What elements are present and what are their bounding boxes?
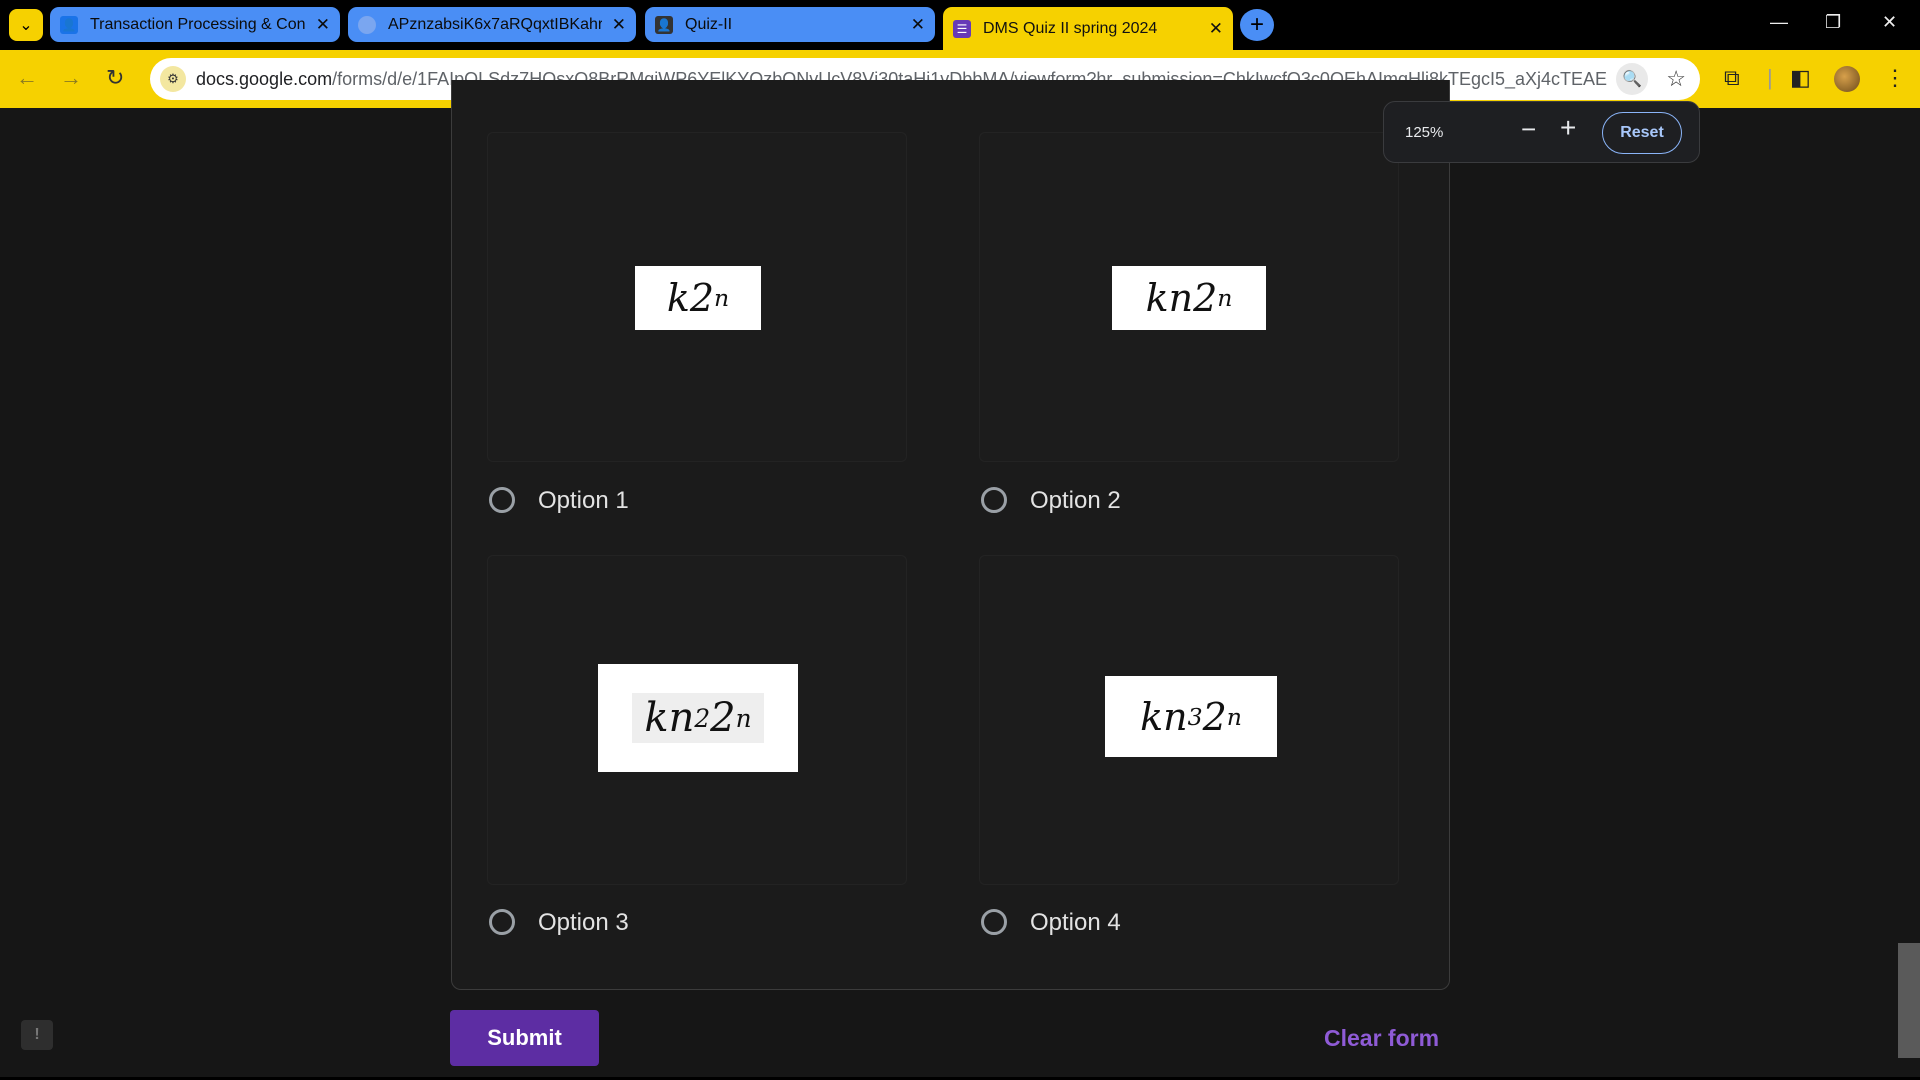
- scrollbar-thumb[interactable]: [1898, 943, 1920, 1058]
- option-3-label[interactable]: Option 3: [538, 909, 629, 937]
- url-host: docs.google.com: [196, 69, 333, 89]
- option-4-image: kn 3 2 n: [1105, 676, 1277, 757]
- zoom-out-icon[interactable]: −: [1521, 114, 1536, 145]
- reload-icon[interactable]: ↻: [106, 65, 124, 91]
- option-1-label[interactable]: Option 1: [538, 487, 629, 515]
- tab-transaction-processing[interactable]: 👤 Transaction Processing & Conc ✕: [50, 7, 340, 42]
- tab-apznzabsi[interactable]: APznzabsiK6x7aRQqxtIBKahrQ ✕: [348, 7, 636, 42]
- plus-icon: +: [1249, 11, 1264, 38]
- site-info-icon[interactable]: ⚙: [160, 66, 186, 92]
- option-4-image-box: kn 3 2 n: [979, 555, 1399, 885]
- close-icon[interactable]: ✕: [612, 15, 626, 35]
- forward-icon[interactable]: →: [60, 65, 82, 91]
- option-3-image: kn 2 2 n: [598, 664, 798, 772]
- option-3-radio[interactable]: [489, 909, 515, 935]
- close-window-icon[interactable]: ✕: [1882, 12, 1897, 33]
- option-4-radio[interactable]: [981, 909, 1007, 935]
- toolbar-divider: |: [1767, 65, 1773, 90]
- user-square-icon: 👤: [60, 15, 78, 34]
- tab-dms-quiz[interactable]: ☰ DMS Quiz II spring 2024 ✕: [943, 7, 1233, 50]
- option-4-label[interactable]: Option 4: [1030, 909, 1121, 937]
- zoom-popup: 125% − + Reset: [1383, 101, 1700, 163]
- tab-title: APznzabsiK6x7aRQqxtIBKahrQ: [388, 15, 602, 33]
- tab-search-button[interactable]: ⌄: [9, 9, 43, 41]
- tab-title: DMS Quiz II spring 2024: [983, 19, 1158, 37]
- tab-quiz-ii[interactable]: 👤 Quiz-II ✕: [645, 7, 935, 42]
- back-icon[interactable]: ←: [16, 65, 38, 91]
- zoom-level: 125%: [1405, 124, 1444, 141]
- tab-strip: ⌄ 👤 Transaction Processing & Conc ✕ APzn…: [0, 0, 1920, 50]
- zoom-reset-button[interactable]: Reset: [1602, 112, 1682, 154]
- option-1-image-box: k2 n: [487, 132, 907, 462]
- tab-title: Transaction Processing & Conc: [90, 15, 306, 33]
- menu-icon[interactable]: ⋮: [1884, 65, 1906, 91]
- forms-icon: ☰: [953, 19, 971, 38]
- extensions-icon[interactable]: ⧉: [1724, 65, 1740, 91]
- tab-title: Quiz-II: [685, 15, 733, 33]
- submit-button[interactable]: Submit: [450, 1010, 599, 1066]
- option-2-label[interactable]: Option 2: [1030, 487, 1121, 515]
- bookmark-star-icon[interactable]: ☆: [1666, 66, 1686, 92]
- profile-avatar[interactable]: [1834, 66, 1860, 92]
- option-1-radio[interactable]: [489, 487, 515, 513]
- side-panel-icon[interactable]: ◧: [1790, 65, 1811, 91]
- question-card: k2 n Option 1 kn2 n Option 2 kn 2 2 n Option …: [451, 80, 1450, 990]
- restore-icon[interactable]: ❐: [1825, 12, 1841, 33]
- option-3-image-box: kn 2 2 n: [487, 555, 907, 885]
- new-tab-button[interactable]: +: [1240, 9, 1274, 41]
- option-1-image: k2 n: [635, 266, 761, 330]
- option-2-image: kn2 n: [1112, 266, 1266, 330]
- close-icon[interactable]: ✕: [911, 15, 925, 35]
- minimize-icon[interactable]: —: [1770, 12, 1788, 33]
- option-2-radio[interactable]: [981, 487, 1007, 513]
- user-square-icon: 👤: [655, 15, 673, 34]
- clear-form-button[interactable]: Clear form: [1324, 1025, 1439, 1052]
- zoom-icon[interactable]: 🔍: [1616, 63, 1648, 95]
- option-3-expression: kn 2 2 n: [632, 693, 764, 743]
- close-icon[interactable]: ✕: [1209, 19, 1223, 39]
- option-2-image-box: kn2 n: [979, 132, 1399, 462]
- globe-icon: [358, 15, 376, 34]
- feedback-icon[interactable]: !: [21, 1020, 53, 1050]
- zoom-in-icon[interactable]: +: [1560, 112, 1576, 144]
- chevron-down-icon: ⌄: [19, 17, 33, 34]
- close-icon[interactable]: ✕: [316, 15, 330, 35]
